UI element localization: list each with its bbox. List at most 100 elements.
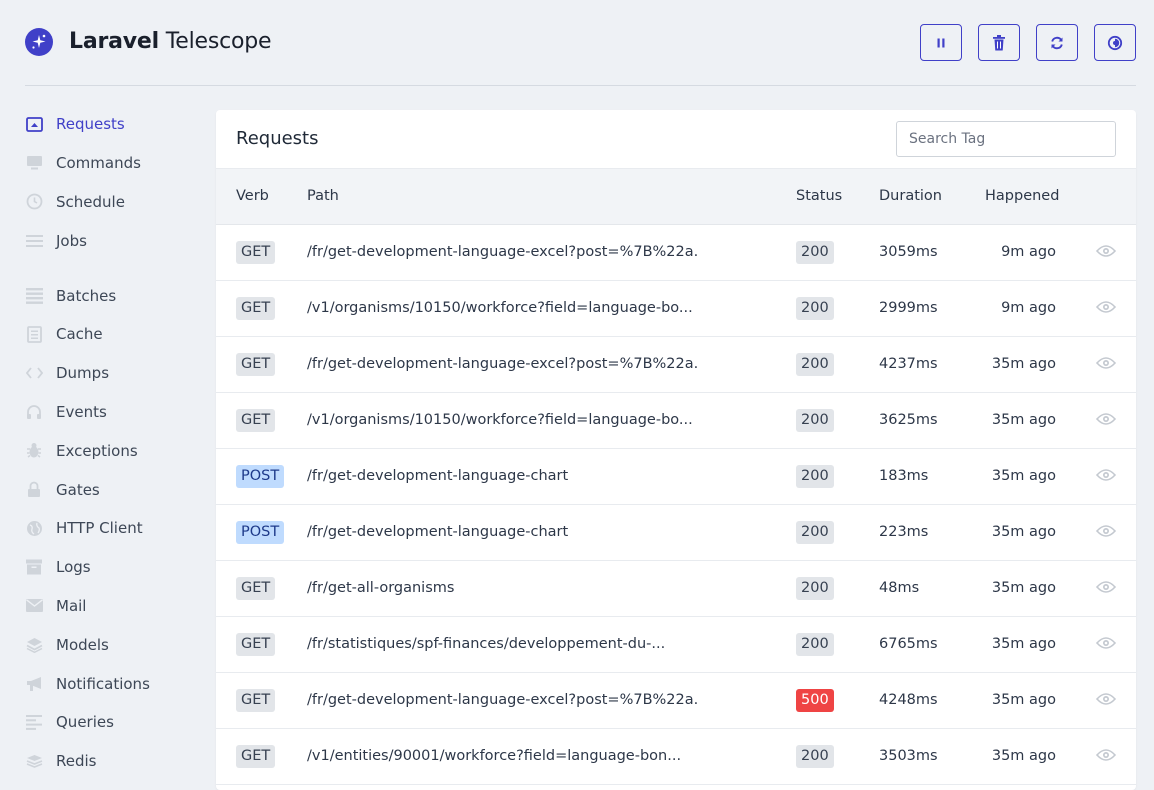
request-duration: 4237ms (879, 356, 938, 372)
sidebar-item-queries[interactable]: Queries (25, 703, 205, 742)
table-row[interactable]: POST/fr/get-development-language-chart 20… (216, 505, 1136, 561)
request-duration: 183ms (879, 468, 929, 484)
sidebar-item-label: Models (56, 635, 109, 654)
sidebar-item-label: Schedule (56, 192, 125, 211)
sidebar-item-label: Cache (56, 325, 103, 344)
verb-badge: GET (236, 577, 276, 600)
sidebar-item-jobs[interactable]: Jobs (25, 221, 205, 260)
sidebar-item-label: Gates (56, 480, 100, 499)
search-tag-input[interactable] (896, 121, 1116, 157)
header-divider (25, 85, 1136, 86)
sidebar-item-gates[interactable]: Gates (25, 470, 205, 509)
refresh-icon (1051, 36, 1063, 49)
view-details-button[interactable] (1095, 580, 1117, 598)
request-happened: 35m ago (991, 580, 1056, 596)
view-details-button[interactable] (1095, 468, 1117, 486)
table-row[interactable]: GET/v1/organisms/10150/workforce?field=l… (216, 393, 1136, 449)
sidebar-item-redis[interactable]: Redis (25, 742, 205, 781)
sidebar-item-dumps[interactable]: Dumps (25, 354, 205, 393)
sidebar-item-exceptions[interactable]: Exceptions (25, 431, 205, 470)
view-details-button[interactable] (1095, 356, 1117, 374)
verb-badge: GET (236, 241, 276, 264)
requests-table-body: GET/fr/get-development-language-excel?po… (216, 225, 1136, 785)
telescope-logo-icon (25, 28, 53, 56)
request-path: /fr/statistiques/spf-finances/developpem… (307, 636, 666, 652)
table-row[interactable]: POST/fr/get-development-language-chart 20… (216, 449, 1136, 505)
view-details-button[interactable] (1095, 524, 1117, 542)
sidebar-item-mail[interactable]: Mail (25, 587, 205, 626)
sidebar-item-requests[interactable]: Requests (25, 105, 205, 144)
sidebar-item-batches[interactable]: Batches (25, 276, 205, 315)
sidebar-item-label: Queries (56, 713, 114, 732)
pause-button[interactable] (920, 24, 962, 61)
toolbar (920, 24, 1136, 61)
request-icon (25, 115, 43, 133)
eye-icon (1095, 749, 1117, 761)
table-row[interactable]: GET/fr/get-development-language-excel?po… (216, 225, 1136, 281)
verb-badge: POST (236, 521, 285, 544)
page-title: Requests (236, 128, 319, 149)
app-title-bold: Laravel (69, 29, 159, 54)
sidebar-item-cache[interactable]: Cache (25, 315, 205, 354)
eye-icon (1095, 469, 1117, 481)
view-details-button[interactable] (1095, 748, 1117, 766)
status-badge: 200 (796, 521, 834, 544)
view-details-button[interactable] (1095, 692, 1117, 710)
clear-entries-button[interactable] (978, 24, 1020, 61)
status-badge: 200 (796, 409, 834, 432)
sidebar-item-schedule[interactable]: Schedule (25, 183, 205, 222)
table-row[interactable]: GET/v1/entities/90001/workforce?field=la… (216, 729, 1136, 785)
status-badge: 500 (796, 689, 834, 712)
app-title-light: Telescope (158, 29, 272, 54)
view-details-button[interactable] (1095, 244, 1117, 262)
request-happened: 35m ago (991, 356, 1056, 372)
sidebar-item-logs[interactable]: Logs (25, 548, 205, 587)
view-details-button[interactable] (1095, 300, 1117, 318)
sidebar-item-commands[interactable]: Commands (25, 144, 205, 183)
sidebar-item-label: Commands (56, 154, 141, 173)
theme-toggle-button[interactable] (1094, 24, 1136, 61)
request-duration: 223ms (879, 524, 929, 540)
verb-badge: GET (236, 745, 276, 768)
sidebar-item-models[interactable]: Models (25, 625, 205, 664)
sidebar-item-label: Batches (56, 286, 117, 305)
request-duration: 6765ms (879, 636, 938, 652)
sidebar-item-label: Mail (56, 596, 87, 615)
request-path: /fr/get-development-language-chart (307, 524, 569, 540)
request-path: /fr/get-development-language-excel?post=… (307, 692, 697, 708)
refresh-button[interactable] (1036, 24, 1078, 61)
table-row[interactable]: GET/fr/get-development-language-excel?po… (216, 673, 1136, 729)
request-path: /v1/organisms/10150/workforce?field=lang… (307, 300, 693, 316)
request-path: /v1/entities/90001/workforce?field=langu… (307, 748, 682, 764)
table-row[interactable]: GET/fr/statistiques/spf-finances/develop… (216, 617, 1136, 673)
table-row[interactable]: GET/v1/organisms/10150/workforce?field=l… (216, 281, 1136, 337)
request-duration: 4248ms (879, 692, 938, 708)
request-duration: 3503ms (879, 748, 938, 764)
view-details-button[interactable] (1095, 412, 1117, 430)
sidebar-item-notifications[interactable]: Notifications (25, 664, 205, 703)
sidebar-item-label: Requests (56, 115, 125, 134)
lock-icon (25, 481, 43, 499)
table-row[interactable]: GET/fr/get-development-language-excel?po… (216, 337, 1136, 393)
request-happened: 35m ago (991, 412, 1056, 428)
column-happened: Happened (985, 188, 1060, 204)
batches-icon (25, 287, 43, 305)
eye-icon (1095, 301, 1117, 313)
megaphone-icon (25, 675, 43, 693)
request-path: /fr/get-development-language-excel?post=… (307, 356, 697, 372)
column-duration: Duration (879, 188, 942, 204)
brand[interactable]: Laravel Telescope (25, 28, 272, 56)
sidebar-item-http-client[interactable]: HTTP Client (25, 509, 205, 548)
eye-icon (1095, 413, 1117, 425)
status-badge: 200 (796, 745, 834, 768)
verb-badge: POST (236, 465, 285, 488)
table-row[interactable]: GET/fr/get-all-organisms 200 48ms 35m ago (216, 561, 1136, 617)
layers-icon (25, 636, 43, 654)
status-badge: 200 (796, 465, 834, 488)
view-details-button[interactable] (1095, 636, 1117, 654)
sidebar: Requests Commands Schedule Jobs Batches … (25, 105, 205, 781)
trash-icon (993, 34, 1005, 50)
redis-icon (25, 752, 43, 770)
requests-panel: Requests Verb Path Status Duration Happe… (216, 110, 1136, 790)
sidebar-item-events[interactable]: Events (25, 393, 205, 432)
